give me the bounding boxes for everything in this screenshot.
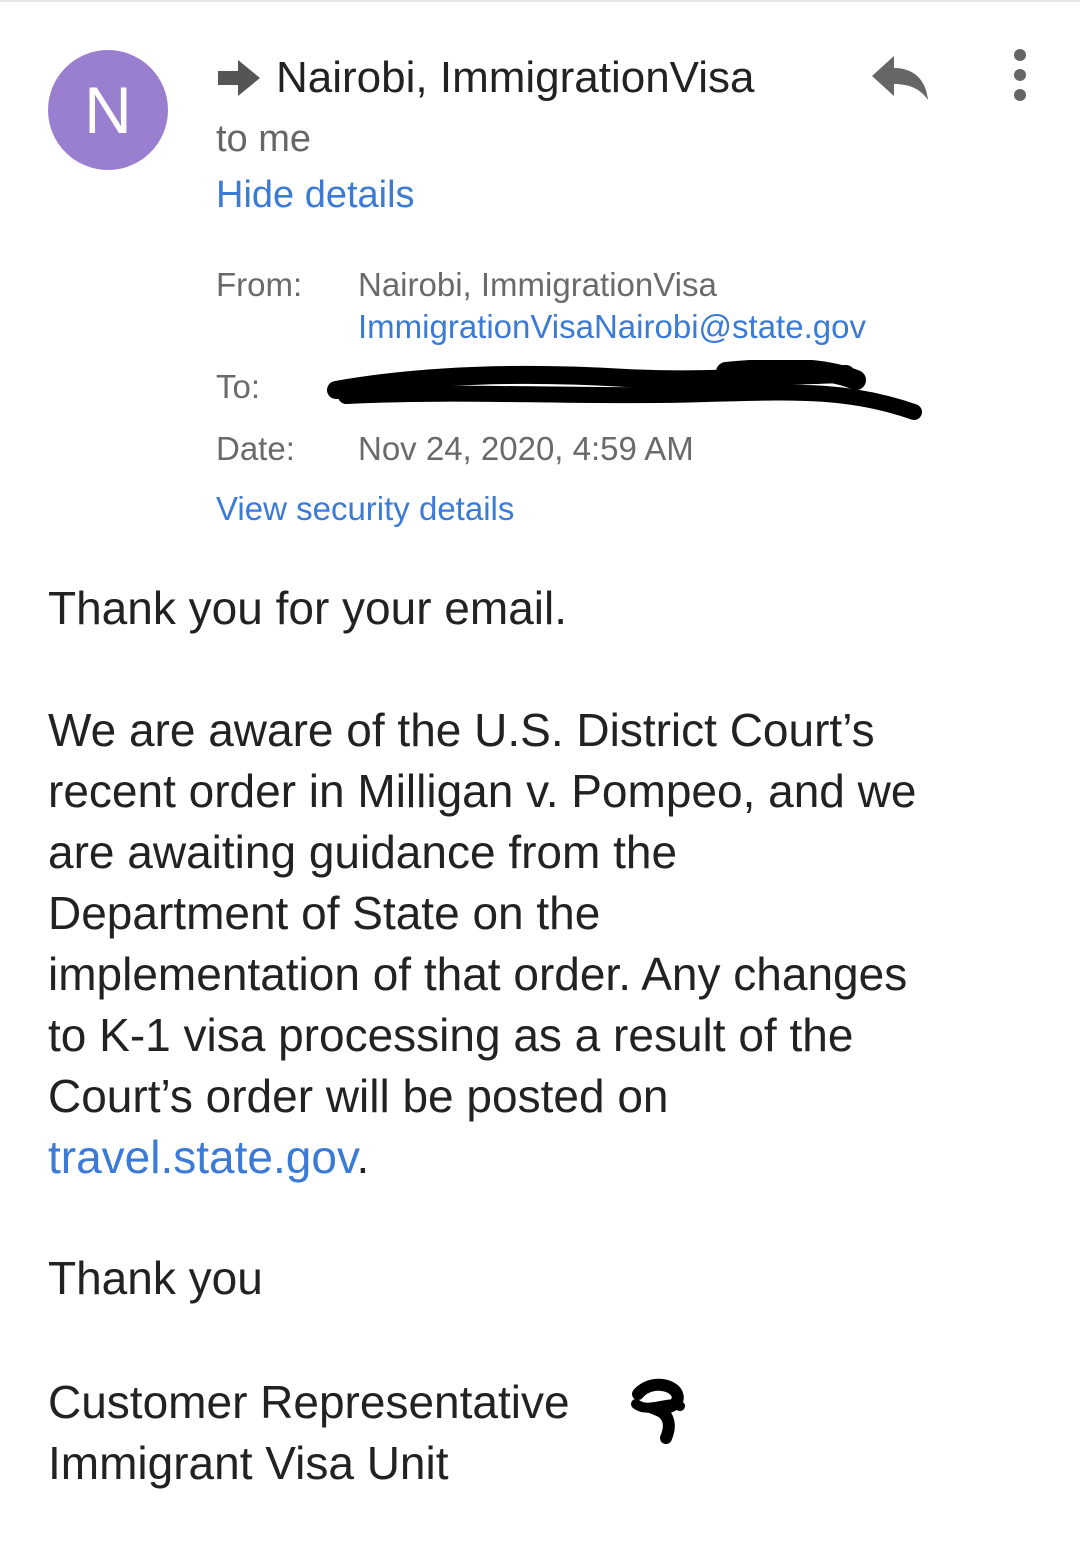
body-paragraph: We are aware of the U.S. District Court’… — [48, 700, 916, 1188]
body-line: are awaiting guidance from the — [48, 826, 678, 878]
link-suffix: . — [356, 1131, 370, 1183]
to-label: To: — [216, 368, 261, 405]
signature-title: Customer Representative — [48, 1376, 570, 1428]
hide-details-link[interactable]: Hide details — [216, 174, 415, 217]
from-label: From: — [216, 266, 303, 303]
travel-state-gov-link[interactable]: travel.state.gov — [48, 1131, 357, 1183]
body-line: We are aware of the U.S. District Court’… — [48, 704, 875, 756]
sender-header: Nairobi, ImmigrationVisa — [216, 50, 754, 106]
from-email-link[interactable]: ImmigrationVisaNairobi@state.gov — [358, 308, 866, 346]
signature-unit: Immigrant Visa Unit — [48, 1437, 449, 1489]
body-line: Department of State on the — [48, 887, 601, 939]
sender-avatar: N — [48, 50, 168, 170]
date-label: Date: — [216, 430, 295, 467]
date-value: Nov 24, 2020, 4:59 AM — [358, 430, 694, 467]
body-line: recent order in Milligan v. Pompeo, and … — [48, 765, 917, 817]
sender-name[interactable]: Nairobi, ImmigrationVisa — [276, 53, 754, 103]
body-greeting: Thank you for your email. — [48, 582, 568, 634]
forward-arrow-icon — [218, 60, 260, 96]
redaction-scribble — [327, 360, 922, 420]
recipient-summary: to me — [216, 118, 312, 160]
body-line: to K-1 visa processing as a result of th… — [48, 1009, 854, 1061]
body-line: implementation of that order. Any change… — [48, 948, 908, 1000]
body-closing: Thank you — [48, 1252, 263, 1304]
redaction-scribble-small — [631, 1378, 685, 1444]
body-line: Court’s order will be posted on — [48, 1070, 669, 1122]
view-security-details-link[interactable]: View security details — [216, 490, 514, 528]
signature-block: Customer Representative Immigrant Visa U… — [48, 1372, 570, 1494]
top-divider — [0, 0, 1080, 2]
reply-icon[interactable] — [868, 50, 932, 106]
more-vert-icon[interactable] — [998, 44, 1042, 108]
from-name: Nairobi, ImmigrationVisa — [358, 266, 717, 303]
